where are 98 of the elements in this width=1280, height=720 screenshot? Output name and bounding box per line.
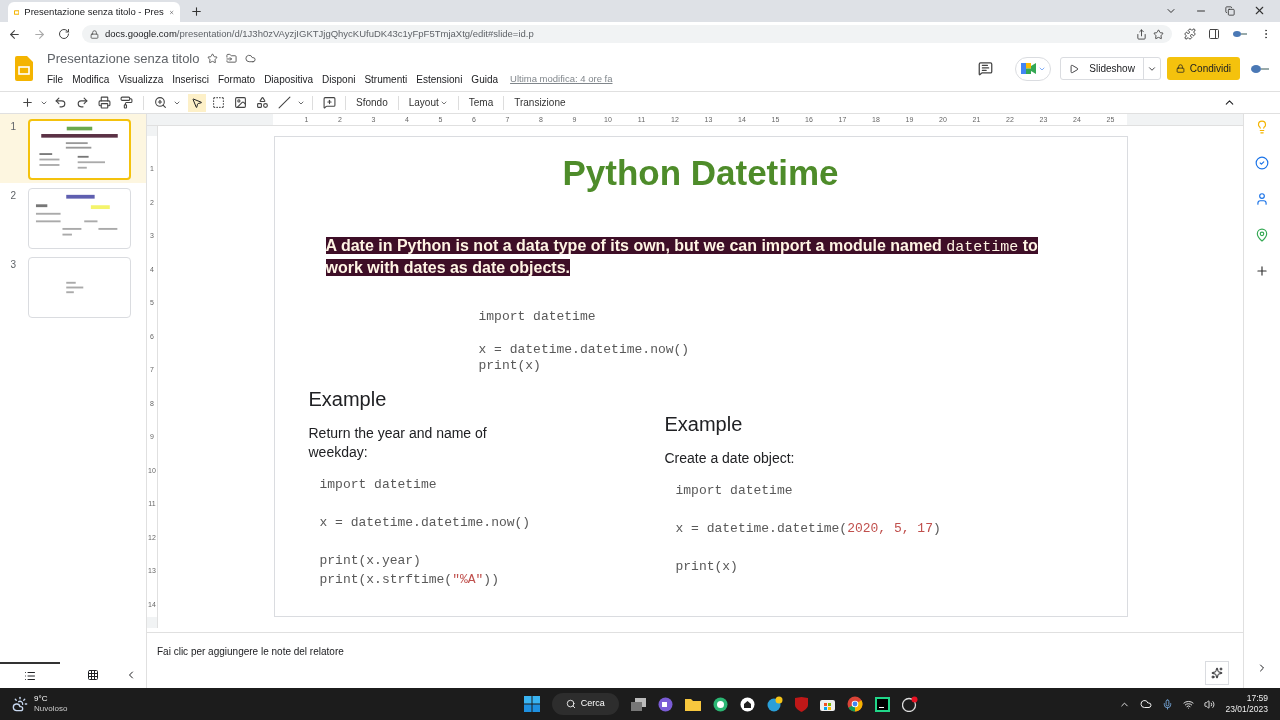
task-view-icon[interactable]	[630, 697, 646, 711]
folder-icon[interactable]	[684, 697, 701, 711]
code-line: print(x.strftime("%A"))	[319, 571, 499, 589]
toolbar-button[interactable]: Sfondo	[352, 95, 392, 110]
example-description: Return the year and name of weekday:	[308, 424, 488, 462]
clock-time: 17:59	[1246, 693, 1268, 704]
slideshow-button[interactable]: Slideshow	[1060, 57, 1161, 80]
contacts-icon[interactable]	[1255, 192, 1269, 206]
video-camera-icon	[1020, 63, 1037, 74]
volume-icon[interactable]	[1204, 698, 1216, 710]
grid-icon	[86, 669, 99, 681]
menu-item[interactable]: Visualizza	[118, 71, 164, 87]
menu-item[interactable]: Estensioni	[416, 71, 463, 87]
comments-icon[interactable]	[978, 61, 994, 76]
weather-widget[interactable]: 9°C Nuvoloso	[12, 694, 212, 714]
speaker-notes-field[interactable]: Fai clic per aggiungere le note del relatore	[157, 644, 344, 659]
example-heading: Example	[664, 412, 743, 436]
share-icon[interactable]	[1136, 28, 1147, 40]
toolbar-button[interactable]: Layout	[404, 95, 452, 110]
slide-thumbnail[interactable]	[28, 119, 131, 180]
windows-start-icon[interactable]	[523, 696, 540, 712]
slide-number: 2	[9, 189, 17, 203]
slides-logo-icon	[14, 7, 20, 17]
code-line: x = datetime.datetime.now()	[478, 341, 690, 358]
example-description: Create a date object:	[664, 449, 796, 468]
browser-tab[interactable]: Presentazione senza titolo - Pres	[8, 2, 180, 22]
code-line: x = datetime.datetime(2020, 5, 17)	[675, 520, 941, 538]
slide-canvas[interactable]	[273, 136, 1128, 617]
menu-item[interactable]: Strumenti	[364, 71, 408, 87]
close-window-icon[interactable]	[1253, 4, 1266, 17]
slide-thumbnail[interactable]	[28, 188, 131, 249]
chrome-icon[interactable]	[846, 696, 863, 712]
temperature-text: 9°C	[34, 694, 49, 704]
code-line: import datetime	[675, 482, 793, 500]
toolbar-button[interactable]: Tema	[464, 95, 498, 110]
paint-format-icon[interactable]	[117, 93, 136, 112]
slide-number: 3	[9, 258, 17, 272]
house-icon[interactable]	[739, 696, 755, 712]
url-text: docs.google.com/presentation/d/1J3h0zVAyzjIGKTJjgQhycKUfuDK43c1yFpF5TmjaXtg/edit#slide=id.p	[105, 26, 535, 41]
clock-date: 23/01/2023	[1225, 704, 1268, 715]
example-heading: Example	[308, 387, 387, 411]
maps-icon[interactable]	[1255, 228, 1269, 242]
lock-icon	[90, 29, 99, 39]
wifi-icon[interactable]	[1183, 698, 1195, 710]
sparkle-icon	[1211, 667, 1223, 679]
microphone-icon[interactable]	[1162, 698, 1174, 710]
new-tab-icon[interactable]	[190, 5, 203, 18]
code-line: print(x.year)	[319, 552, 421, 570]
shield-icon[interactable]	[794, 696, 808, 712]
extensions-icon[interactable]	[1184, 28, 1196, 40]
restore-icon[interactable]	[1225, 5, 1235, 16]
weather-text: Nuvoloso	[34, 704, 68, 714]
store-icon[interactable]	[819, 697, 835, 711]
slides-logo-icon	[15, 56, 33, 81]
slide-title: Python Datetime	[562, 152, 839, 194]
explore-button[interactable]	[1205, 661, 1229, 685]
tasks-icon[interactable]	[1255, 156, 1269, 170]
menu-item[interactable]: Formato	[217, 71, 256, 87]
bookmark-icon[interactable]	[1153, 28, 1164, 40]
back-icon[interactable]	[8, 27, 21, 41]
list-icon	[24, 670, 36, 682]
document-title[interactable]: Presentazione senza titolo	[47, 48, 200, 69]
menu-item[interactable]: Guida	[471, 71, 499, 87]
profile-icon[interactable]	[1232, 30, 1248, 38]
menu-item[interactable]: Disponi	[322, 71, 356, 87]
menu-item[interactable]: Diapositiva	[264, 71, 314, 87]
cloud-icon	[12, 696, 28, 712]
tab-title: Presentazione senza titolo - Pres	[24, 4, 164, 19]
last-edit-link[interactable]: Ultima modifica: 4 ore fa	[510, 71, 613, 87]
share-button[interactable]: Condividi	[1166, 57, 1240, 80]
star-icon[interactable]	[207, 53, 219, 64]
code-line: import datetime	[319, 476, 437, 494]
toolbar-button[interactable]: Transizione	[510, 95, 570, 110]
slide-thumbnail[interactable]	[28, 257, 131, 318]
address-bar[interactable]: docs.google.com/presentation/d/1J3h0zVAyzjIGKTJjgQhycKUfuDK43c1yFpF5TmjaXtg/edit#slide=id.p	[82, 25, 1172, 43]
code-line: print(x)	[675, 558, 738, 576]
search-icon	[565, 699, 576, 709]
code-line: x = datetime.datetime.now()	[319, 514, 531, 532]
play-icon	[1069, 63, 1080, 74]
move-folder-icon[interactable]	[226, 53, 238, 64]
menu-item[interactable]: Modifica	[72, 71, 110, 87]
code-line: import datetime	[478, 309, 596, 326]
account-icon[interactable]	[1250, 63, 1270, 74]
side-panel-icon[interactable]	[1208, 28, 1220, 40]
menu-item[interactable]: File	[47, 71, 64, 87]
taskbar-search[interactable]: Cerca	[551, 693, 619, 715]
menu-item[interactable]: Inserisci	[172, 71, 209, 87]
chat-icon[interactable]	[657, 696, 673, 712]
select-icon[interactable]	[188, 93, 206, 112]
print-icon[interactable]	[95, 93, 114, 112]
reload-icon[interactable]	[58, 28, 70, 40]
thumbnail-drawing	[66, 281, 84, 294]
lock-icon	[1175, 64, 1185, 73]
code-line: print(x)	[478, 358, 541, 375]
help-icon[interactable]	[766, 696, 783, 712]
cloud-icon[interactable]	[245, 53, 257, 64]
add-on-icon[interactable]	[1255, 264, 1269, 278]
slide-number: 1	[9, 120, 17, 134]
